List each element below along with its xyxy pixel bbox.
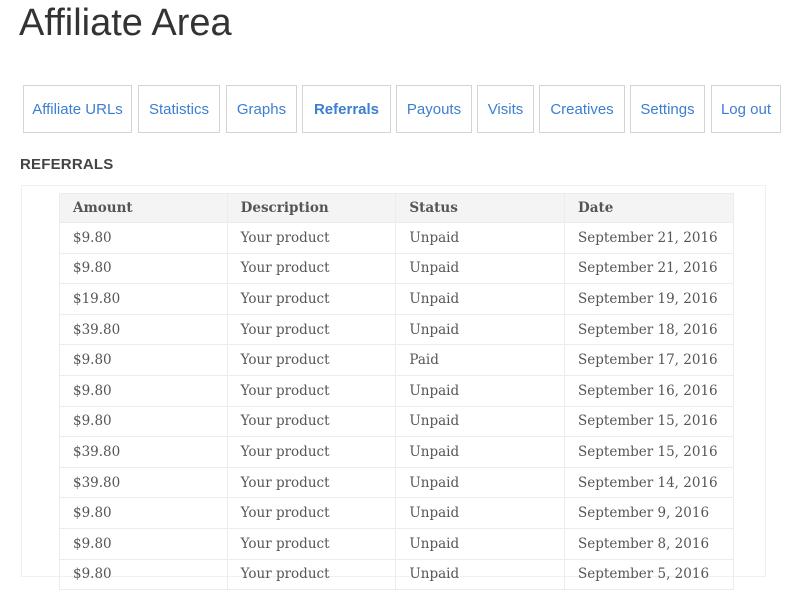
header-amount: Amount (59, 193, 228, 223)
cell-description: Your product (226, 313, 397, 346)
cell-description: Your product (226, 558, 397, 591)
cell-description: Your product (226, 374, 397, 407)
cell-date: September 17, 2016 (564, 344, 734, 376)
cell-date: September 21, 2016 (564, 222, 734, 254)
table-row: $9.80 Your product Unpaid September 21, … (59, 252, 734, 285)
cell-status: Unpaid (395, 374, 566, 407)
cell-description: Your product (226, 466, 397, 499)
tab-creatives[interactable]: Creatives (539, 85, 625, 133)
cell-status: Unpaid (395, 466, 566, 499)
cell-amount: $9.80 (59, 344, 228, 376)
tab-statistics[interactable]: Statistics (138, 85, 220, 133)
table-row: $9.80 Your product Unpaid September 15, … (59, 405, 734, 438)
tab-settings[interactable]: Settings (630, 85, 705, 133)
cell-amount: $9.80 (59, 558, 228, 591)
tab-log-out[interactable]: Log out (711, 85, 781, 133)
table-row: $9.80 Your product Paid September 17, 20… (59, 344, 734, 376)
cell-description: Your product (226, 283, 397, 315)
table-row: $9.80 Your product Unpaid September 9, 2… (59, 497, 734, 529)
cell-amount: $9.80 (59, 497, 228, 529)
table-row: $39.80 Your product Unpaid September 18,… (59, 313, 734, 346)
cell-status: Unpaid (395, 222, 566, 254)
header-description: Description (226, 193, 397, 223)
table-row: $9.80 Your product Unpaid September 16, … (59, 374, 734, 407)
cell-date: September 21, 2016 (564, 252, 734, 285)
cell-description: Your product (226, 405, 397, 438)
cell-status: Paid (395, 344, 566, 376)
cell-date: September 19, 2016 (564, 283, 734, 315)
cell-date: September 15, 2016 (564, 436, 734, 468)
cell-amount: $9.80 (59, 252, 228, 285)
cell-description: Your product (226, 497, 397, 529)
cell-date: September 9, 2016 (564, 497, 734, 529)
cell-status: Unpaid (395, 405, 566, 438)
cell-amount: $9.80 (59, 374, 228, 407)
section-heading: REFERRALS (20, 156, 114, 173)
cell-status: Unpaid (395, 252, 566, 285)
cell-date: September 5, 2016 (564, 558, 734, 591)
tab-payouts[interactable]: Payouts (396, 85, 472, 133)
cell-date: September 8, 2016 (564, 527, 734, 560)
cell-amount: $19.80 (59, 283, 228, 315)
table-header-row: Amount Description Status Date (59, 193, 734, 223)
cell-description: Your product (226, 527, 397, 560)
cell-date: September 18, 2016 (564, 313, 734, 346)
header-date: Date (564, 193, 734, 223)
cell-amount: $39.80 (59, 436, 228, 468)
page-title: Affiliate Area (19, 2, 232, 44)
table-row: $9.80 Your product Unpaid September 21, … (59, 222, 734, 254)
cell-amount: $39.80 (59, 466, 228, 499)
tab-visits[interactable]: Visits (477, 85, 534, 133)
cell-amount: $9.80 (59, 405, 228, 438)
cell-description: Your product (226, 222, 397, 254)
referrals-table: Amount Description Status Date $9.80 You… (59, 193, 734, 591)
cell-status: Unpaid (395, 436, 566, 468)
cell-status: Unpaid (395, 497, 566, 529)
cell-status: Unpaid (395, 313, 566, 346)
table-row: $39.80 Your product Unpaid September 14,… (59, 466, 734, 499)
cell-date: September 15, 2016 (564, 405, 734, 438)
cell-status: Unpaid (395, 527, 566, 560)
tab-affiliate-urls[interactable]: Affiliate URLs (23, 85, 132, 133)
cell-amount: $39.80 (59, 313, 228, 346)
cell-description: Your product (226, 436, 397, 468)
tab-graphs[interactable]: Graphs (226, 85, 297, 133)
table-row: $9.80 Your product Unpaid September 8, 2… (59, 527, 734, 560)
table-row: $9.80 Your product Unpaid September 5, 2… (59, 558, 734, 591)
cell-amount: $9.80 (59, 527, 228, 560)
cell-description: Your product (226, 252, 397, 285)
header-status: Status (395, 193, 566, 223)
cell-amount: $9.80 (59, 222, 228, 254)
cell-date: September 14, 2016 (564, 466, 734, 499)
table-row: $39.80 Your product Unpaid September 15,… (59, 436, 734, 468)
table-row: $19.80 Your product Unpaid September 19,… (59, 283, 734, 315)
tab-referrals[interactable]: Referrals (302, 85, 391, 133)
cell-status: Unpaid (395, 283, 566, 315)
cell-status: Unpaid (395, 558, 566, 591)
cell-description: Your product (226, 344, 397, 376)
cell-date: September 16, 2016 (564, 374, 734, 407)
